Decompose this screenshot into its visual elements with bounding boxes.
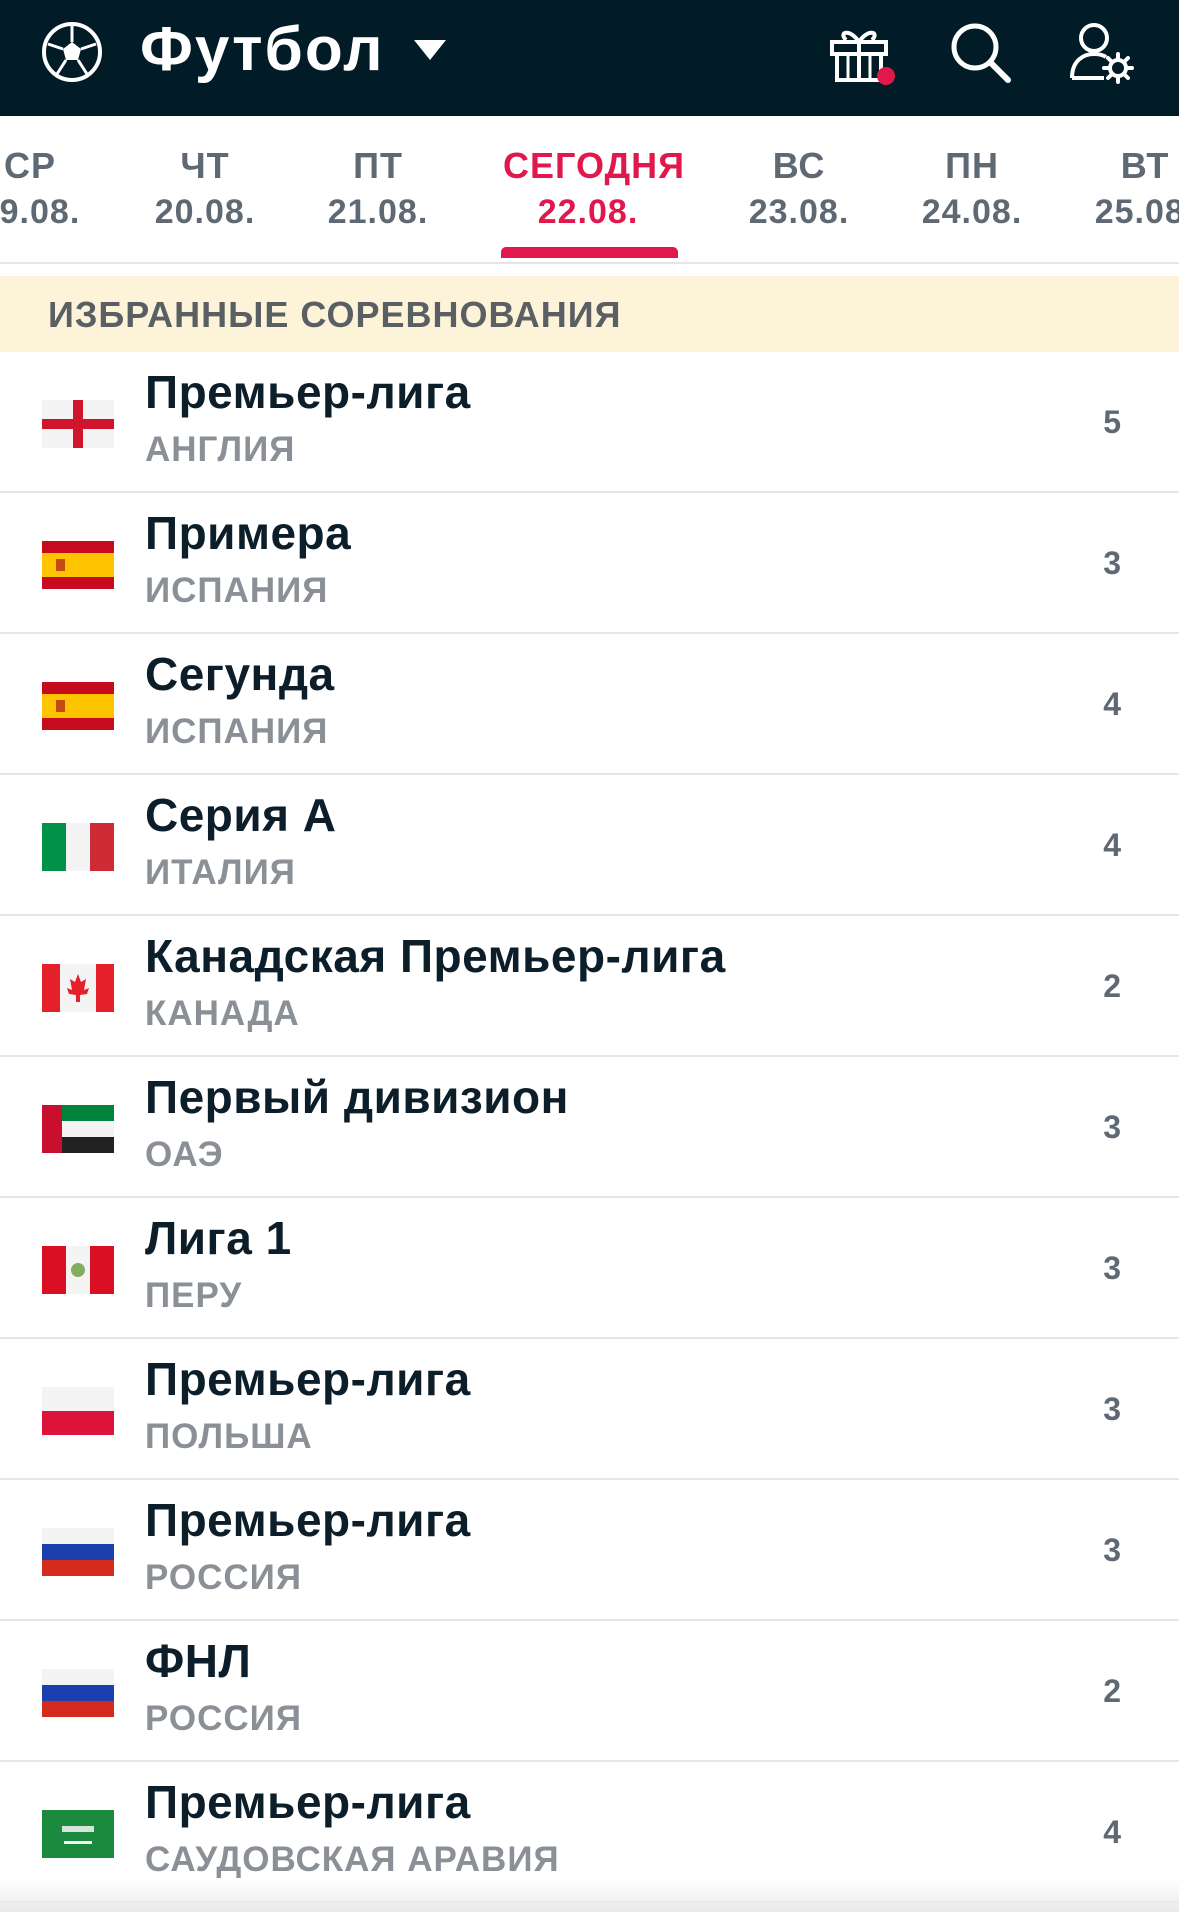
country-name: КАНАДА	[145, 994, 300, 1033]
date-tab-day: СЕГОДНЯ	[503, 145, 685, 186]
date-tab-date: 23.08.	[748, 193, 850, 231]
competition-row[interactable]: ФНЛ РОССИЯ 2	[0, 1621, 1179, 1762]
competition-row[interactable]: Премьер-лига АНГЛИЯ 5	[0, 352, 1179, 493]
saudi-arabia-flag-icon	[42, 1810, 114, 1858]
date-tab[interactable]: ВТ 25.08.	[1060, 144, 1179, 236]
league-name: Премьер-лига	[145, 1353, 471, 1405]
competition-row[interactable]: Премьер-лига РОССИЯ 3	[0, 1480, 1179, 1621]
spain-flag-icon	[42, 541, 114, 589]
uae-flag-icon	[42, 1105, 114, 1153]
country-name: САУДОВСКАЯ АРАВИЯ	[145, 1840, 560, 1879]
date-tab[interactable]: ПТ 21.08.	[293, 144, 463, 236]
date-tab-day: ПН	[945, 145, 999, 186]
section-title: ИЗБРАННЫЕ СОРЕВНОВАНИЯ	[48, 294, 622, 335]
italy-flag-icon	[42, 823, 114, 871]
league-name: Первый дивизион	[145, 1071, 569, 1123]
league-name: Лига 1	[145, 1212, 292, 1264]
league-name: ФНЛ	[145, 1635, 252, 1687]
match-count: 3	[1103, 1250, 1121, 1286]
favorites-section-header: ИЗБРАННЫЕ СОРЕВНОВАНИЯ	[0, 276, 1179, 352]
date-tab-day: ПТ	[353, 145, 403, 186]
league-name: Премьер-лига	[145, 366, 471, 418]
country-name: ПЕРУ	[145, 1276, 243, 1315]
league-name: Примера	[145, 507, 352, 559]
competitions-list: Премьер-лига АНГЛИЯ 5 Примера ИСПАНИЯ 3 …	[0, 352, 1179, 1903]
match-count: 3	[1103, 1532, 1121, 1568]
search-icon[interactable]	[946, 18, 1016, 88]
match-count: 4	[1103, 686, 1121, 722]
date-tab-today[interactable]: СЕГОДНЯ 22.08.	[503, 144, 685, 236]
match-count: 5	[1103, 404, 1121, 440]
date-tab-date: 19.08.	[0, 193, 81, 231]
russia-flag-icon	[42, 1669, 114, 1717]
country-name: ИСПАНИЯ	[145, 571, 329, 610]
russia-flag-icon	[42, 1528, 114, 1576]
gift-icon[interactable]	[826, 18, 896, 88]
date-tab-date: 24.08.	[921, 193, 1023, 231]
date-tab[interactable]: ВС 23.08.	[714, 144, 884, 236]
date-tab-date: 21.08.	[327, 193, 429, 231]
country-name: ПОЛЬША	[145, 1417, 313, 1456]
poland-flag-icon	[42, 1387, 114, 1435]
country-name: РОССИЯ	[145, 1699, 302, 1738]
canada-flag-icon	[42, 964, 114, 1012]
notification-dot	[877, 67, 895, 85]
match-count: 4	[1103, 1814, 1121, 1850]
match-count: 2	[1103, 1673, 1121, 1709]
match-count: 3	[1103, 1109, 1121, 1145]
match-count: 3	[1103, 1391, 1121, 1427]
country-name: ОАЭ	[145, 1135, 224, 1174]
date-tab[interactable]: ЧТ 20.08.	[120, 144, 290, 236]
competition-row[interactable]: Примера ИСПАНИЯ 3	[0, 493, 1179, 634]
date-tab-date: 25.08.	[1094, 193, 1179, 231]
date-tab-day: ЧТ	[180, 145, 230, 186]
england-flag-icon	[42, 400, 114, 448]
league-name: Премьер-лига	[145, 1494, 471, 1546]
top-app-bar: Футбол	[0, 0, 1179, 116]
active-tab-indicator	[501, 247, 678, 258]
date-tabs: СР 19.08. ЧТ 20.08. ПТ 21.08. СЕГОДНЯ 22…	[0, 116, 1179, 264]
match-count: 2	[1103, 968, 1121, 1004]
competition-row[interactable]: Премьер-лига ПОЛЬША 3	[0, 1339, 1179, 1480]
bottom-fade	[0, 1880, 1179, 1912]
soccer-ball-icon[interactable]	[40, 20, 104, 84]
competition-row[interactable]: Канадская Премьер-лига КАНАДА 2	[0, 916, 1179, 1057]
league-name: Сегунда	[145, 648, 335, 700]
date-tab-date: 20.08.	[154, 193, 256, 231]
match-count: 4	[1103, 827, 1121, 863]
date-tab-day: ВТ	[1120, 145, 1170, 186]
chevron-down-icon[interactable]	[412, 36, 448, 64]
league-name: Серия А	[145, 789, 337, 841]
date-tab[interactable]: СР 19.08.	[0, 144, 115, 236]
competition-row[interactable]: Первый дивизион ОАЭ 3	[0, 1057, 1179, 1198]
date-tab-date: 22.08.	[537, 193, 639, 231]
competition-row[interactable]: Сегунда ИСПАНИЯ 4	[0, 634, 1179, 775]
sport-title[interactable]: Футбол	[140, 14, 385, 86]
date-tab-day: ВС	[772, 145, 826, 186]
peru-flag-icon	[42, 1246, 114, 1294]
country-name: ИТАЛИЯ	[145, 853, 296, 892]
date-tab[interactable]: ПН 24.08.	[887, 144, 1057, 236]
country-name: АНГЛИЯ	[145, 430, 296, 469]
match-count: 3	[1103, 545, 1121, 581]
country-name: РОССИЯ	[145, 1558, 302, 1597]
user-settings-icon[interactable]	[1066, 18, 1136, 88]
date-tab-day: СР	[3, 145, 56, 186]
spain-flag-icon	[42, 682, 114, 730]
competition-row[interactable]: Лига 1 ПЕРУ 3	[0, 1198, 1179, 1339]
league-name: Премьер-лига	[145, 1776, 471, 1828]
country-name: ИСПАНИЯ	[145, 712, 329, 751]
competition-row[interactable]: Серия А ИТАЛИЯ 4	[0, 775, 1179, 916]
league-name: Канадская Премьер-лига	[145, 930, 726, 982]
